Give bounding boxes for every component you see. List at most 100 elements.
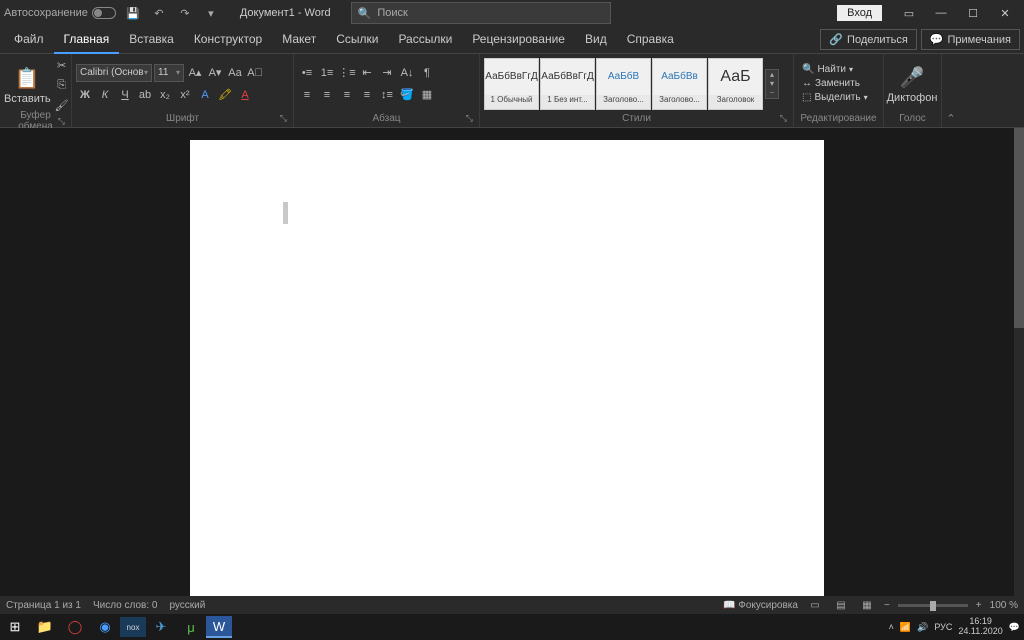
nox-icon[interactable]: nox: [120, 617, 146, 637]
opera-icon[interactable]: ◯: [60, 615, 90, 639]
language-status[interactable]: русский: [169, 600, 205, 611]
align-center-icon[interactable]: ≡: [318, 86, 336, 104]
minimize-icon[interactable]: ―: [926, 2, 956, 24]
text-effects-icon[interactable]: A: [196, 86, 214, 104]
style-item[interactable]: АаБЗаголовок: [708, 58, 763, 110]
document-area[interactable]: [0, 128, 1014, 596]
word-taskbar-icon[interactable]: W: [206, 616, 232, 638]
line-spacing-icon[interactable]: ↕≡: [378, 86, 396, 104]
page-status[interactable]: Страница 1 из 1: [6, 600, 81, 611]
word-count[interactable]: Число слов: 0: [93, 600, 157, 611]
font-dialog-icon[interactable]: ⤡: [280, 113, 287, 124]
save-icon[interactable]: 💾: [124, 4, 142, 22]
numbering-icon[interactable]: 1≡: [318, 64, 336, 82]
styles-gallery[interactable]: АаБбВвГгД1 ОбычныйАаБбВвГгД1 Без инт...А…: [484, 58, 763, 110]
style-item[interactable]: АаБбВвГгД1 Без инт...: [540, 58, 595, 110]
styles-more-button[interactable]: ▴▾⎯: [765, 69, 779, 99]
font-size-select[interactable]: 11: [154, 64, 184, 82]
tab-конструктор[interactable]: Конструктор: [184, 26, 272, 54]
clipboard-dialog-icon[interactable]: ⤡: [58, 116, 65, 127]
style-item[interactable]: АаБбВЗаголово...: [596, 58, 651, 110]
undo-icon[interactable]: ↶: [150, 4, 168, 22]
dictate-button[interactable]: 🎤 Диктофон: [888, 56, 936, 112]
wifi-icon[interactable]: 📶: [900, 622, 911, 633]
collapse-ribbon-icon[interactable]: ⌃: [942, 54, 960, 127]
zoom-slider[interactable]: [898, 604, 968, 607]
copy-icon[interactable]: ⎘: [53, 76, 71, 94]
utorrent-icon[interactable]: μ: [176, 615, 206, 639]
decrease-indent-icon[interactable]: ⇤: [358, 64, 376, 82]
bullets-icon[interactable]: •≡: [298, 64, 316, 82]
tab-ссылки[interactable]: Ссылки: [326, 26, 388, 54]
comments-button[interactable]: 💬Примечания: [921, 29, 1020, 50]
select-button[interactable]: ⬚Выделить▾: [800, 91, 870, 104]
toggle-switch[interactable]: [92, 7, 116, 19]
subscript-icon[interactable]: x₂: [156, 86, 174, 104]
clear-format-icon[interactable]: A⃠: [246, 64, 264, 82]
notifications-icon[interactable]: 💬: [1009, 622, 1020, 633]
search-input[interactable]: 🔍 Поиск: [351, 2, 611, 24]
styles-dialog-icon[interactable]: ⤡: [780, 113, 787, 124]
ribbon-options-icon[interactable]: ▭: [894, 2, 924, 24]
borders-icon[interactable]: ▦: [418, 86, 436, 104]
vertical-scrollbar[interactable]: [1014, 128, 1024, 596]
start-button[interactable]: ⊞: [0, 615, 30, 639]
italic-icon[interactable]: К: [96, 86, 114, 104]
close-icon[interactable]: ✕: [990, 2, 1020, 24]
edge-icon[interactable]: ◉: [90, 615, 120, 639]
share-button[interactable]: 🔗Поделиться: [820, 29, 916, 50]
print-layout-icon[interactable]: ▤: [832, 598, 850, 612]
grow-font-icon[interactable]: A▴: [186, 64, 204, 82]
redo-icon[interactable]: ↷: [176, 4, 194, 22]
cut-icon[interactable]: ✂: [53, 56, 71, 74]
scroll-thumb[interactable]: [1014, 128, 1024, 328]
zoom-value[interactable]: 100 %: [990, 600, 1018, 611]
volume-icon[interactable]: 🔊: [917, 622, 928, 633]
style-item[interactable]: АаБбВвГгД1 Обычный: [484, 58, 539, 110]
tab-вид[interactable]: Вид: [575, 26, 617, 54]
explorer-icon[interactable]: 📁: [30, 615, 60, 639]
autosave-toggle[interactable]: Автосохранение: [4, 7, 116, 19]
style-item[interactable]: АаБбВвЗаголово...: [652, 58, 707, 110]
maximize-icon[interactable]: ☐: [958, 2, 988, 24]
qat-more-icon[interactable]: ▾: [202, 4, 220, 22]
tab-файл[interactable]: Файл: [4, 26, 54, 54]
increase-indent-icon[interactable]: ⇥: [378, 64, 396, 82]
tab-вставка[interactable]: Вставка: [119, 26, 184, 54]
justify-icon[interactable]: ≡: [358, 86, 376, 104]
tab-справка[interactable]: Справка: [617, 26, 684, 54]
web-layout-icon[interactable]: ▦: [858, 598, 876, 612]
sort-icon[interactable]: A↓: [398, 64, 416, 82]
tab-макет[interactable]: Макет: [272, 26, 326, 54]
tab-главная[interactable]: Главная: [54, 26, 120, 54]
zoom-out-icon[interactable]: −: [884, 600, 890, 611]
login-button[interactable]: Вход: [837, 5, 882, 21]
telegram-icon[interactable]: ✈: [146, 615, 176, 639]
show-marks-icon[interactable]: ¶: [418, 64, 436, 82]
font-color-icon[interactable]: A: [236, 86, 254, 104]
replace-button[interactable]: ↔Заменить: [800, 77, 870, 90]
find-button[interactable]: 🔍Найти▾: [800, 63, 870, 76]
paragraph-dialog-icon[interactable]: ⤡: [466, 113, 473, 124]
multilevel-icon[interactable]: ⋮≡: [338, 64, 356, 82]
paste-button[interactable]: 📋 Вставить: [4, 57, 51, 113]
shrink-font-icon[interactable]: A▾: [206, 64, 224, 82]
font-name-select[interactable]: Calibri (Основ: [76, 64, 152, 82]
superscript-icon[interactable]: x²: [176, 86, 194, 104]
page[interactable]: [190, 140, 824, 596]
language-indicator[interactable]: РУС: [934, 622, 952, 632]
align-right-icon[interactable]: ≡: [338, 86, 356, 104]
change-case-icon[interactable]: Aa: [226, 64, 244, 82]
tray-chevron-icon[interactable]: ˄: [889, 622, 894, 632]
tab-рецензирование[interactable]: Рецензирование: [462, 26, 575, 54]
highlight-icon[interactable]: 🖍: [216, 86, 234, 104]
tab-рассылки[interactable]: Рассылки: [388, 26, 462, 54]
shading-icon[interactable]: 🪣: [398, 86, 416, 104]
clock[interactable]: 16:19 24.11.2020: [958, 617, 1002, 637]
strike-icon[interactable]: ab: [136, 86, 154, 104]
focus-mode-button[interactable]: 📖 Фокусировка: [723, 600, 798, 611]
align-left-icon[interactable]: ≡: [298, 86, 316, 104]
bold-icon[interactable]: Ж: [76, 86, 94, 104]
read-mode-icon[interactable]: ▭: [806, 598, 824, 612]
zoom-in-icon[interactable]: +: [976, 600, 982, 611]
